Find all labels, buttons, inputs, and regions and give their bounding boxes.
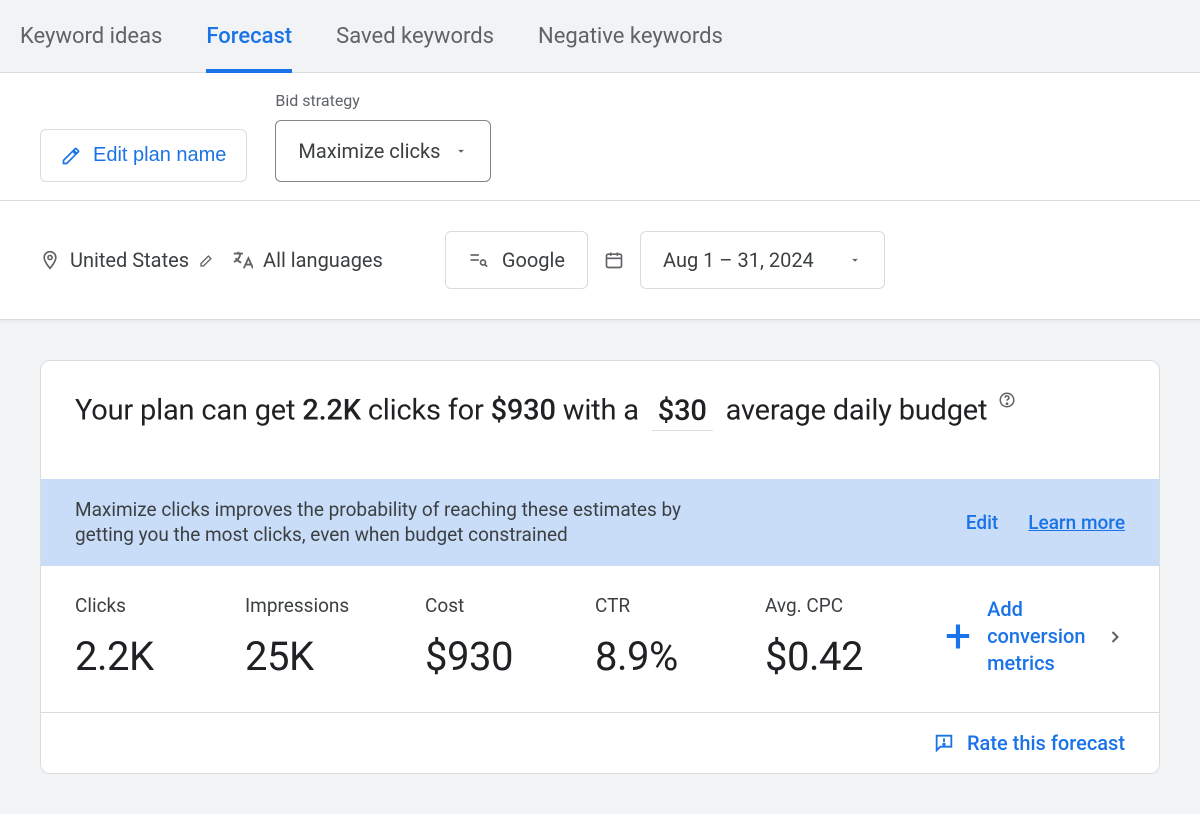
calendar-icon (604, 250, 624, 270)
headline-text: clicks for (361, 394, 491, 428)
plus-icon: + (945, 621, 971, 653)
metrics-row: Clicks 2.2K Impressions 25K Cost $930 CT… (41, 566, 1159, 713)
bid-strategy-label: Bid strategy (275, 91, 491, 110)
metric-value: $0.42 (765, 633, 925, 680)
banner-edit-link[interactable]: Edit (966, 511, 998, 534)
pencil-icon (61, 146, 81, 166)
chevron-down-icon (848, 253, 862, 267)
metric-value: $930 (425, 633, 575, 680)
headline-text: with a (556, 394, 646, 428)
tab-saved-keywords[interactable]: Saved keywords (336, 24, 494, 72)
banner-message: Maximize clicks improves the probability… (75, 497, 735, 548)
add-conversion-metrics-button[interactable]: + Add conversion metrics (945, 596, 1125, 677)
rate-forecast-label: Rate this forecast (967, 731, 1125, 755)
date-range-value: Aug 1 – 31, 2024 (663, 248, 814, 272)
location-value: United States (70, 248, 189, 272)
tab-negative-keywords[interactable]: Negative keywords (538, 24, 723, 72)
chevron-right-icon (1105, 627, 1125, 647)
daily-budget-input[interactable]: $30 (652, 394, 713, 431)
metric-value: 2.2K (75, 633, 225, 680)
tab-keyword-ideas[interactable]: Keyword ideas (20, 24, 162, 72)
date-range-select[interactable]: Aug 1 – 31, 2024 (640, 231, 885, 289)
metric-value: 8.9% (595, 633, 745, 680)
metric-label: Clicks (75, 594, 225, 617)
forecast-card: Your plan can get 2.2K clicks for $930 w… (40, 360, 1160, 774)
language-filter[interactable]: All languages (231, 248, 383, 272)
plan-controls-row: Edit plan name Bid strategy Maximize cli… (0, 73, 1200, 201)
card-footer: Rate this forecast (41, 713, 1159, 773)
network-value: Google (502, 248, 565, 272)
network-select[interactable]: Google (445, 231, 588, 289)
language-value: All languages (263, 248, 383, 272)
feedback-icon (933, 732, 955, 754)
metric-value: 25K (245, 633, 405, 680)
location-icon (40, 250, 60, 270)
headline-clicks: 2.2K (302, 394, 361, 428)
search-partners-icon (468, 250, 488, 270)
add-conversion-label: Add conversion metrics (987, 596, 1089, 677)
forecast-headline: Your plan can get 2.2K clicks for $930 w… (41, 361, 1159, 479)
help-icon[interactable] (998, 391, 1016, 409)
headline-cost: $930 (491, 394, 556, 428)
edit-plan-label: Edit plan name (93, 144, 226, 167)
metric-label: Impressions (245, 594, 405, 617)
metric-label: Avg. CPC (765, 594, 925, 617)
translate-icon (231, 249, 253, 271)
metric-avg-cpc: Avg. CPC $0.42 (765, 594, 925, 680)
location-filter[interactable]: United States (40, 248, 215, 272)
tabs-bar: Keyword ideas Forecast Saved keywords Ne… (0, 0, 1200, 73)
bid-strategy-value: Maximize clicks (298, 139, 440, 163)
metric-cost: Cost $930 (425, 594, 575, 680)
bid-strategy-select[interactable]: Maximize clicks (275, 120, 491, 182)
metric-impressions: Impressions 25K (245, 594, 405, 680)
tab-forecast[interactable]: Forecast (206, 24, 292, 73)
headline-text: Your plan can get (75, 394, 302, 428)
bid-strategy-field: Bid strategy Maximize clicks (275, 91, 491, 182)
metric-ctr: CTR 8.9% (595, 594, 745, 680)
headline-text: average daily budget (719, 394, 988, 428)
banner-learn-more-link[interactable]: Learn more (1028, 511, 1125, 534)
metric-clicks: Clicks 2.2K (75, 594, 225, 680)
edit-plan-name-button[interactable]: Edit plan name (40, 129, 247, 182)
metric-label: CTR (595, 594, 745, 617)
pencil-icon (199, 252, 215, 268)
chevron-down-icon (454, 144, 468, 158)
filters-row: United States All languages Google Aug 1… (0, 201, 1200, 320)
metric-label: Cost (425, 594, 575, 617)
strategy-banner: Maximize clicks improves the probability… (41, 479, 1159, 566)
rate-forecast-button[interactable]: Rate this forecast (933, 731, 1125, 755)
